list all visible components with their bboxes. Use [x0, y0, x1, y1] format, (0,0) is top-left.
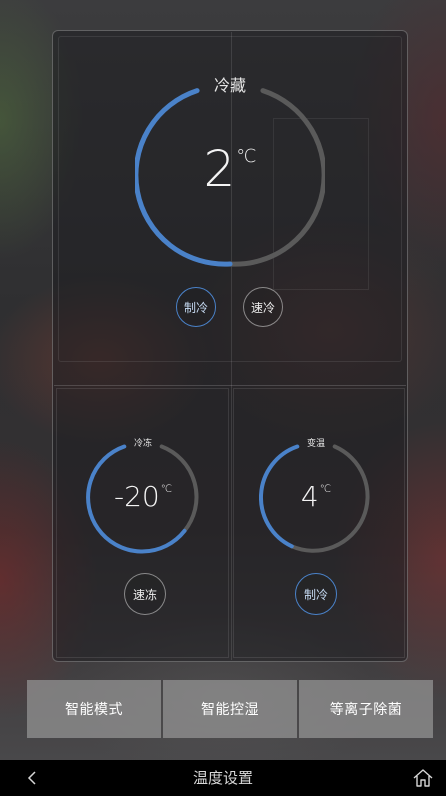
variable-label: 变温 — [306, 439, 325, 449]
variable-temperature: 4℃ — [300, 480, 332, 513]
variable-cooling-button[interactable]: 制冷 — [295, 573, 337, 615]
bottom-nav-bar: 温度设置 — [0, 760, 446, 796]
page-title: 温度设置 — [192, 769, 253, 787]
refrigerator-cooling-button[interactable]: 制冷 — [176, 287, 216, 327]
plasma-sterilize-button[interactable]: 等离子除菌 — [299, 680, 433, 738]
refrigerator-label: 冷藏 — [213, 76, 246, 95]
smart-humidity-button[interactable]: 智能控湿 — [163, 680, 297, 738]
freezer-quick-freeze-button[interactable]: 速冻 — [124, 573, 166, 615]
fridge-divider-horizontal — [54, 385, 406, 386]
refrigerator-temperature: 2℃ — [203, 140, 257, 198]
smart-mode-button[interactable]: 智能模式 — [27, 680, 161, 738]
function-bar: 智能模式 智能控湿 等离子除菌 — [27, 680, 433, 738]
freezer-label: 冷冻 — [133, 439, 152, 449]
freezer-temperature: -20℃ — [113, 480, 173, 513]
home-icon[interactable] — [412, 768, 434, 788]
refrigerator-quick-cool-button[interactable]: 速冷 — [243, 287, 283, 327]
